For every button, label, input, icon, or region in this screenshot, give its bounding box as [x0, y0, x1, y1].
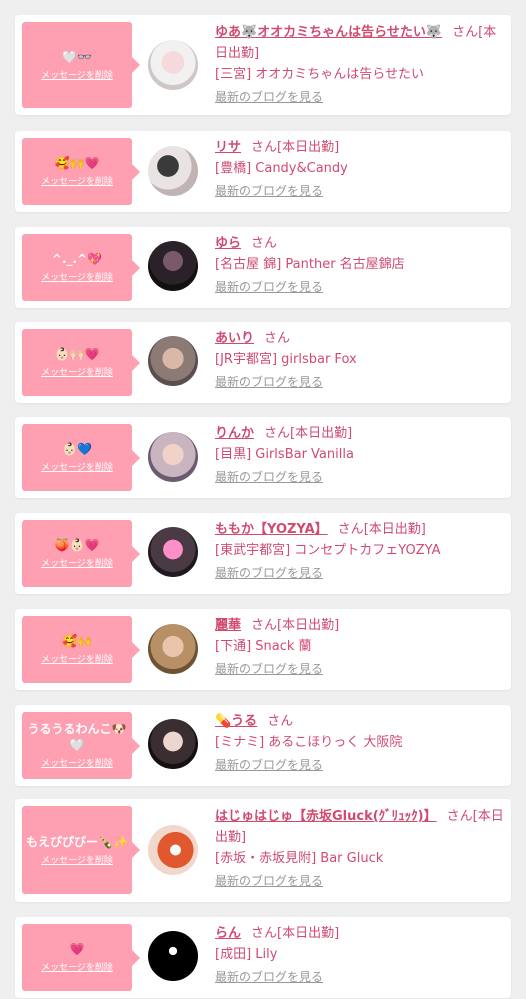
message-text: ^._.^💖 [51, 252, 103, 266]
shop-name: [赤坂・赤坂見附] Bar Gluck [215, 851, 384, 866]
message-bubble: もえぴぴぴー🍾✨ メッセージを削除 [22, 806, 140, 894]
avatar[interactable] [148, 624, 198, 674]
latest-blog-link[interactable]: 最新のブログを見る [215, 661, 323, 677]
san-label: さん [337, 522, 364, 537]
message-text: 🥰🙌 [62, 634, 92, 648]
message-text: 🍑👶🏻💗 [54, 538, 100, 552]
latest-blog-link[interactable]: 最新のブログを見る [215, 374, 323, 390]
message-bubble: うるうるわんこ🐶🤍 メッセージを削除 [22, 712, 140, 779]
san-label: さん [251, 618, 278, 633]
message-text: 👶🏻💙 [62, 442, 92, 456]
latest-blog-link[interactable]: 最新のブログを見る [215, 469, 323, 485]
shop-name: [下通] Snack 蘭 [215, 639, 312, 654]
san-label: さん [446, 809, 473, 824]
delete-message-button[interactable]: メッセージを削除 [41, 462, 113, 474]
avatar[interactable] [148, 825, 198, 875]
list-item: もえぴぴぴー🍾✨ メッセージを削除 はじゅはじゅ【赤坂Gluck(ｸﾞﾘｭｯｸ)… [15, 799, 511, 902]
shop-name: [JR宇都宮] girlsbar Fox [215, 352, 357, 367]
shop-name: [成田] Lily [215, 947, 278, 962]
san-label: さん [452, 25, 479, 40]
avatar[interactable] [148, 241, 198, 291]
message-bubble: 🥰🙌💗 メッセージを削除 [22, 138, 140, 205]
list-item: 🥰🙌💗 メッセージを削除 リサ さん[本日出勤] [豊橋] Candy&Candy… [15, 131, 511, 212]
message-text: もえぴぴぴー🍾✨ [26, 834, 128, 849]
message-bubble: 🍑👶🏻💗 メッセージを削除 [22, 520, 140, 587]
delete-message-button[interactable]: メッセージを削除 [41, 654, 113, 666]
delete-message-button[interactable]: メッセージを削除 [41, 176, 113, 188]
shop-name: [三宮] オオカミちゃんは告らせたい [215, 67, 425, 82]
delete-message-button[interactable]: メッセージを削除 [41, 272, 113, 284]
latest-blog-link[interactable]: 最新のブログを見る [215, 969, 323, 985]
shop-name: [目黒] GirlsBar Vanilla [215, 447, 354, 462]
list-item: うるうるわんこ🐶🤍 メッセージを削除 💊うる さん [ミナミ] あるこほりっく 大… [15, 705, 511, 786]
attendance-status: [本日出勤] [290, 426, 353, 441]
girl-name-link[interactable]: あいり [215, 331, 254, 346]
message-bubble: 💗 メッセージを削除 [22, 924, 140, 991]
list-item: 🥰🙌 メッセージを削除 麗華 さん[本日出勤] [下通] Snack 蘭 最新のブ… [15, 609, 511, 690]
avatar[interactable] [148, 146, 198, 196]
avatar[interactable] [148, 527, 198, 577]
girl-name-link[interactable]: 麗華 [215, 618, 241, 633]
attendance-status: [本日出勤] [277, 926, 340, 941]
attendance-status: [本日出勤] [277, 140, 340, 155]
san-label: さん [264, 426, 291, 441]
delete-message-button[interactable]: メッセージを削除 [41, 367, 113, 379]
girl-name-link[interactable]: 💊うる [215, 714, 257, 729]
girl-name-link[interactable]: らん [215, 926, 241, 941]
list-item: 👶🏻💙 メッセージを削除 りんか さん[本日出勤] [目黒] GirlsBar V… [15, 417, 511, 498]
attendance-status: [本日出勤] [277, 618, 340, 633]
list-item: ^._.^💖 メッセージを削除 ゆら さん [名古屋 錦] Panther 名古屋… [15, 227, 511, 308]
shop-name: [豊橋] Candy&Candy [215, 161, 348, 176]
delete-message-button[interactable]: メッセージを削除 [41, 558, 113, 570]
san-label: さん [251, 926, 278, 941]
latest-blog-link[interactable]: 最新のブログを見る [215, 757, 323, 773]
shop-name: [ミナミ] あるこほりっく 大阪院 [215, 735, 403, 750]
avatar[interactable] [148, 40, 198, 90]
list-item: 🍑👶🏻💗 メッセージを削除 ももか【YOZYA】 さん[本日出勤] [東武宇都宮]… [15, 513, 511, 594]
message-bubble: 🤍👓 メッセージを削除 [22, 22, 140, 108]
san-label: さん [251, 236, 278, 251]
message-list: 🤍👓 メッセージを削除 ゆあ🐺オオカミちゃんは告らせたい🐺 さん[本日出勤] [三… [0, 0, 526, 999]
shop-name: [名古屋 錦] Panther 名古屋錦店 [215, 257, 405, 272]
san-label: さん [267, 714, 294, 729]
girl-name-link[interactable]: ゆら [215, 236, 241, 251]
san-label: さん [264, 331, 291, 346]
delete-message-button[interactable]: メッセージを削除 [41, 855, 113, 867]
avatar[interactable] [148, 931, 198, 981]
attendance-status: [本日出勤] [363, 522, 426, 537]
girl-name-link[interactable]: りんか [215, 426, 254, 441]
message-text: 👶🏻🙌🏻💗 [54, 347, 100, 361]
message-text: 💗 [69, 942, 85, 956]
avatar[interactable] [148, 719, 198, 769]
girl-name-link[interactable]: ももか【YOZYA】 [215, 522, 328, 537]
latest-blog-link[interactable]: 最新のブログを見る [215, 183, 323, 199]
delete-message-button[interactable]: メッセージを削除 [41, 758, 113, 770]
list-item: 🤍👓 メッセージを削除 ゆあ🐺オオカミちゃんは告らせたい🐺 さん[本日出勤] [三… [15, 15, 511, 115]
message-bubble: 👶🏻🙌🏻💗 メッセージを削除 [22, 329, 140, 396]
list-item: 💗 メッセージを削除 らん さん[本日出勤] [成田] Lily 最新のブログを見… [15, 917, 511, 998]
message-bubble: 🥰🙌 メッセージを削除 [22, 616, 140, 683]
avatar[interactable] [148, 432, 198, 482]
message-bubble: ^._.^💖 メッセージを削除 [22, 234, 140, 301]
message-text: 🥰🙌💗 [54, 156, 100, 170]
delete-message-button[interactable]: メッセージを削除 [41, 70, 113, 82]
girl-name-link[interactable]: ゆあ🐺オオカミちゃんは告らせたい🐺 [215, 25, 442, 40]
delete-message-button[interactable]: メッセージを削除 [41, 962, 113, 974]
latest-blog-link[interactable]: 最新のブログを見る [215, 873, 323, 889]
message-text: うるうるわんこ🐶🤍 [27, 722, 127, 752]
girl-name-link[interactable]: はじゅはじゅ【赤坂Gluck(ｸﾞﾘｭｯｸ)】 [215, 809, 437, 824]
latest-blog-link[interactable]: 最新のブログを見る [215, 565, 323, 581]
san-label: さん [251, 140, 278, 155]
list-item: 👶🏻🙌🏻💗 メッセージを削除 あいり さん [JR宇都宮] girlsbar Fo… [15, 322, 511, 403]
girl-name-link[interactable]: リサ [215, 140, 241, 155]
shop-name: [東武宇都宮] コンセプトカフェYOZYA [215, 543, 441, 558]
avatar[interactable] [148, 336, 198, 386]
latest-blog-link[interactable]: 最新のブログを見る [215, 279, 323, 295]
latest-blog-link[interactable]: 最新のブログを見る [215, 89, 323, 105]
message-bubble: 👶🏻💙 メッセージを削除 [22, 424, 140, 491]
message-text: 🤍👓 [62, 49, 92, 64]
